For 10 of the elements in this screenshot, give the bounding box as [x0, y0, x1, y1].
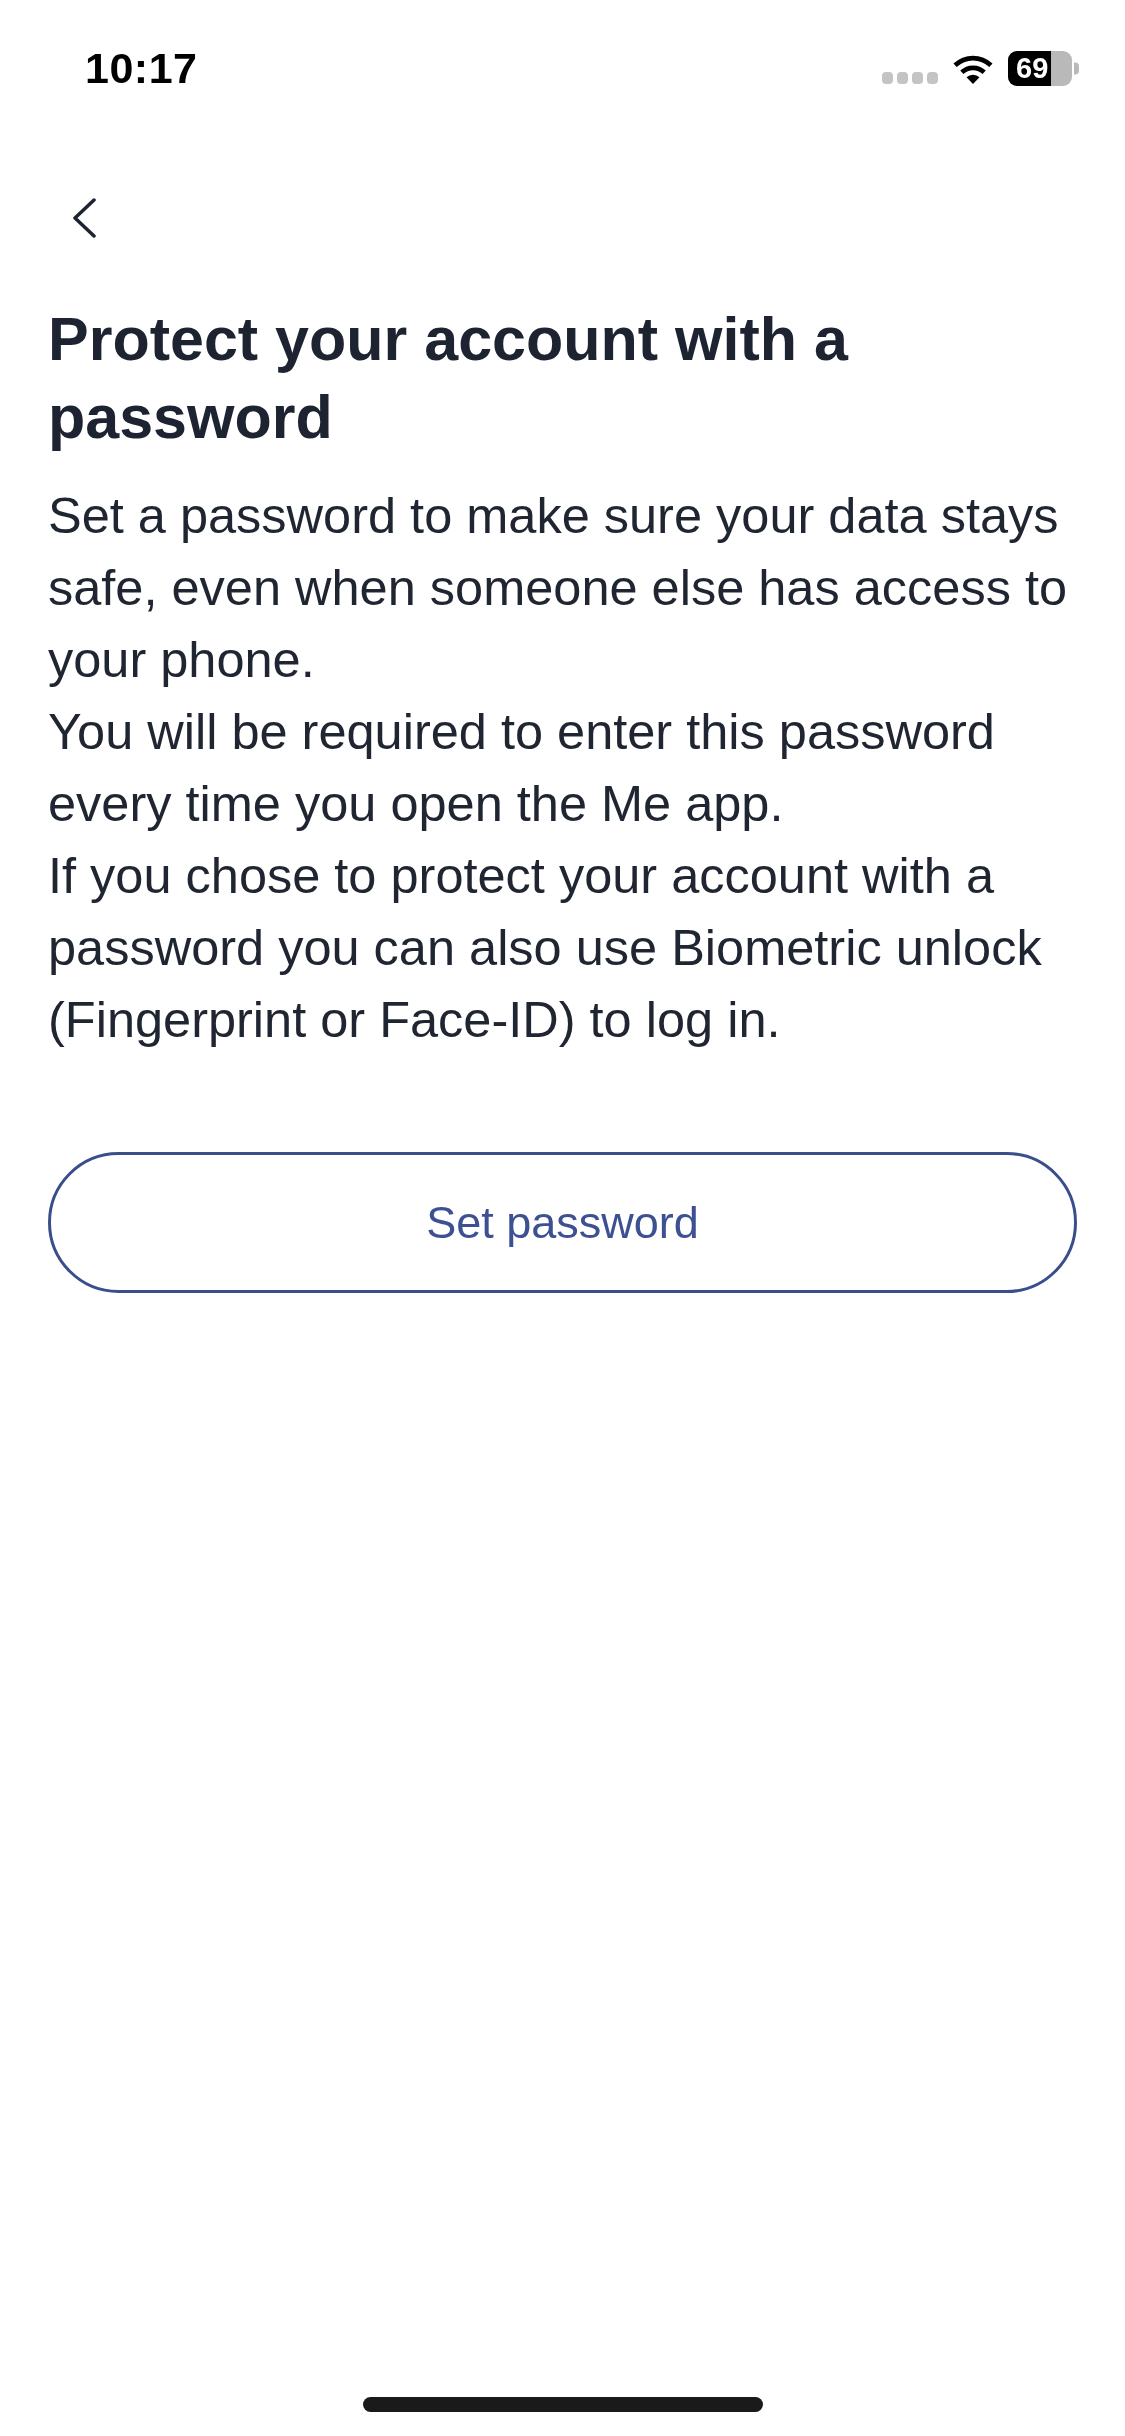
description-paragraph: You will be required to enter this password every time you open the Me app.: [48, 702, 996, 834]
description-paragraph: Set a password to make sure your data stays safe, even when someone else has access to your phone.: [48, 486, 1069, 690]
back-icon: [71, 198, 97, 238]
battery-icon: [1008, 50, 1079, 86]
page-title: Protect your account with a password: [48, 304, 850, 453]
status-time: 10:17: [85, 43, 198, 93]
description-paragraph: If you chose to protect your account with a password you can also use Biometric unlock (Fingerprint or Face-ID) to log in.: [48, 846, 1043, 1050]
signal-icon: [882, 72, 938, 84]
set-password-button[interactable]: Set password: [48, 1152, 1077, 1293]
battery-percentage: 69: [1016, 53, 1049, 83]
